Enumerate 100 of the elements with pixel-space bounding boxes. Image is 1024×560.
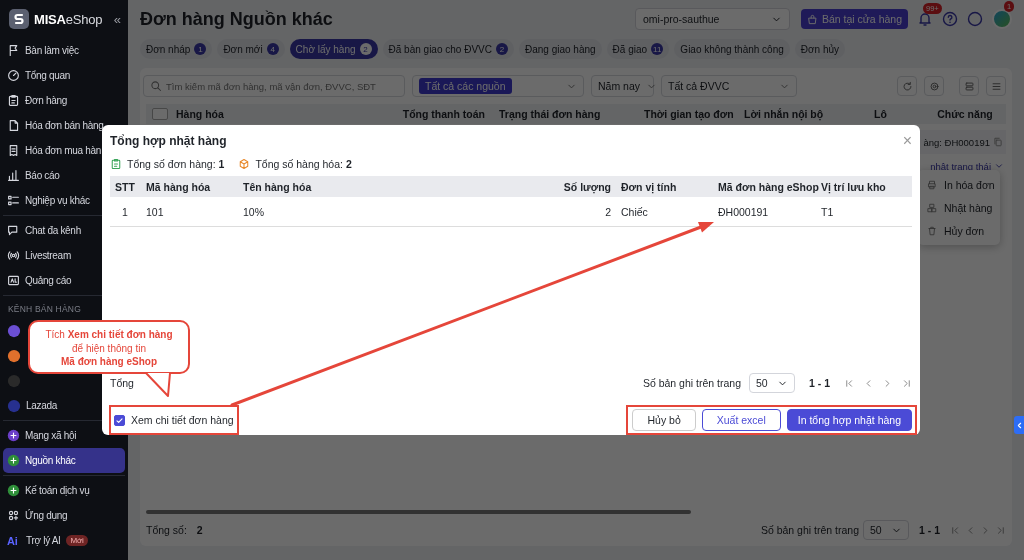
target-icon bbox=[928, 80, 940, 92]
sidebar-item[interactable]: Mạng xã hội bbox=[3, 423, 81, 448]
store-select[interactable]: omi-pro-sauthue bbox=[635, 8, 790, 30]
period-select[interactable]: Năm nay bbox=[591, 75, 654, 97]
flag-icon bbox=[7, 44, 20, 57]
trash-icon bbox=[927, 225, 937, 236]
section-heading: KÊNH BÁN HÀNG bbox=[7, 303, 82, 316]
box-icon bbox=[238, 158, 251, 170]
ring-icon[interactable] bbox=[967, 11, 983, 27]
table-cell-text: 2 bbox=[604, 205, 612, 218]
sidebar-item[interactable]: Đơn hàng bbox=[3, 88, 71, 113]
sidebar-item[interactable]: Hóa đơn mua hàn bbox=[3, 138, 105, 163]
count-badge: 1 bbox=[194, 43, 207, 55]
column-header: Lô bbox=[873, 108, 888, 120]
search-icon bbox=[150, 80, 162, 92]
receipt-icon bbox=[7, 144, 20, 157]
sidebar-item[interactable]: Nguồn khác bbox=[3, 448, 125, 473]
count-badge: 4 bbox=[266, 43, 279, 55]
table-cell-text: 10% bbox=[242, 205, 265, 218]
brand-name: MISAeShop bbox=[34, 11, 104, 27]
checkbox[interactable] bbox=[152, 108, 168, 120]
column-header: STT bbox=[114, 180, 136, 193]
page-size-label: Số bản ghi trên trang bbox=[642, 377, 741, 389]
page-size-select[interactable]: 50 bbox=[749, 373, 795, 393]
bar-chart-icon bbox=[7, 169, 20, 182]
target-button[interactable] bbox=[924, 76, 944, 96]
printer-icon bbox=[927, 179, 937, 190]
last-page-icon[interactable] bbox=[995, 524, 1006, 536]
side-panel-toggle[interactable] bbox=[1014, 416, 1024, 434]
column-header: Tổng thanh toán bbox=[401, 108, 485, 120]
table-cell-text: 1 bbox=[121, 205, 129, 218]
status-tab[interactable]: Đã giao 11 bbox=[606, 39, 670, 59]
checkbox[interactable] bbox=[114, 414, 125, 426]
ad-icon bbox=[7, 274, 20, 287]
list-icon bbox=[7, 194, 20, 207]
dialog-button[interactable]: In tổng hợp nhặt hàng bbox=[786, 409, 912, 431]
list-view-icon bbox=[990, 80, 1002, 92]
broadcast-icon bbox=[7, 249, 20, 262]
carrier-select[interactable]: Tất cả ĐVVC bbox=[661, 75, 797, 97]
status-tab[interactable]: Đơn nháp 1 bbox=[140, 39, 213, 59]
bell-icon[interactable] bbox=[917, 11, 933, 27]
sidebar-item[interactable]: Bàn làm việc bbox=[3, 38, 83, 63]
column-header: Thời gian tạo đơn bbox=[643, 108, 735, 120]
new-badge: Mới bbox=[65, 535, 89, 546]
sidebar-item[interactable]: Quảng cáo bbox=[3, 268, 76, 293]
count-badge: 11 bbox=[651, 43, 664, 55]
bag-icon bbox=[807, 13, 818, 25]
sidebar-item[interactable]: Nghiệp vụ khác bbox=[3, 188, 94, 213]
sidebar-item[interactable]: Kế toán dịch vụ bbox=[3, 478, 94, 503]
sidebar-item[interactable]: Livestream bbox=[3, 243, 75, 268]
column-header: Hàng hóa bbox=[175, 108, 225, 120]
summary-text: Tổng số đơn hàng: 1 bbox=[127, 158, 225, 170]
first-page-icon[interactable] bbox=[844, 377, 855, 389]
apps-icon bbox=[7, 509, 20, 522]
page-size-select[interactable]: 50 bbox=[863, 520, 909, 540]
collapse-button[interactable]: « bbox=[113, 11, 121, 27]
table-cell-text: ĐH000191 bbox=[717, 205, 770, 218]
column-header: Số lượng bbox=[562, 180, 612, 193]
menu-item[interactable]: Nhặt hàng bbox=[918, 196, 1000, 219]
menu-item[interactable]: In hóa đơn bbox=[918, 173, 1000, 196]
avatar[interactable] bbox=[992, 9, 1012, 29]
refresh-icon bbox=[901, 80, 913, 92]
sidebar-item[interactable]: Báo cáo bbox=[3, 163, 64, 188]
ai-icon: Ai bbox=[7, 534, 21, 547]
page-range: 1 - 1 bbox=[919, 524, 940, 536]
first-page-icon[interactable] bbox=[950, 524, 961, 536]
chat-icon bbox=[7, 224, 20, 237]
column-header: Trạng thái đơn hàng bbox=[498, 108, 602, 120]
callout-tail bbox=[145, 372, 171, 397]
sidebar-item[interactable]: Ai Trợ lý AI Mới bbox=[3, 528, 93, 553]
total-count: 2 bbox=[196, 524, 203, 536]
dialog-title: Tổng hợp nhặt hàng bbox=[110, 134, 227, 148]
column-header: Mã hàng hóa bbox=[145, 180, 212, 193]
boxes-icon bbox=[927, 202, 937, 213]
table-cell-text: T1 bbox=[820, 205, 835, 218]
copy-icon[interactable] bbox=[993, 137, 1003, 147]
dialog-button[interactable]: Hủy bỏ bbox=[632, 409, 696, 431]
last-page-icon[interactable] bbox=[901, 377, 912, 389]
help-icon[interactable] bbox=[942, 11, 958, 27]
chevron-down-icon bbox=[994, 161, 1004, 171]
menu-item[interactable]: Hủy đơn bbox=[918, 219, 1000, 242]
order-code: àng: ĐH000191 bbox=[923, 136, 990, 148]
rows-view-icon bbox=[963, 80, 975, 92]
card-view-button[interactable] bbox=[959, 76, 979, 96]
sidebar-item[interactable]: Chat đa kênh bbox=[3, 218, 85, 243]
page-title: Đơn hàng Nguồn khác bbox=[140, 8, 334, 30]
sidebar-item[interactable]: Lazada bbox=[3, 393, 61, 418]
column-header: Tên hàng hóa bbox=[242, 180, 313, 193]
sidebar-item[interactable]: Tổng quan bbox=[3, 63, 75, 88]
clipboard-icon bbox=[110, 158, 122, 170]
list-view-button[interactable] bbox=[986, 76, 1006, 96]
summary-text: Tổng số hàng hóa: 2 bbox=[255, 158, 352, 170]
sidebar-item[interactable]: Ứng dụng bbox=[3, 503, 72, 528]
refresh-button[interactable] bbox=[897, 76, 917, 96]
checkbox-label[interactable]: Xem chi tiết đơn hàng bbox=[131, 414, 234, 426]
count-badge: 2 bbox=[359, 43, 372, 55]
count-badge: 2 bbox=[495, 43, 508, 55]
total-label: Tổng số: bbox=[146, 524, 187, 536]
sidebar-item[interactable]: Hóa đơn bán hàng bbox=[3, 113, 108, 138]
dialog-button[interactable]: Xuất excel bbox=[701, 409, 781, 431]
